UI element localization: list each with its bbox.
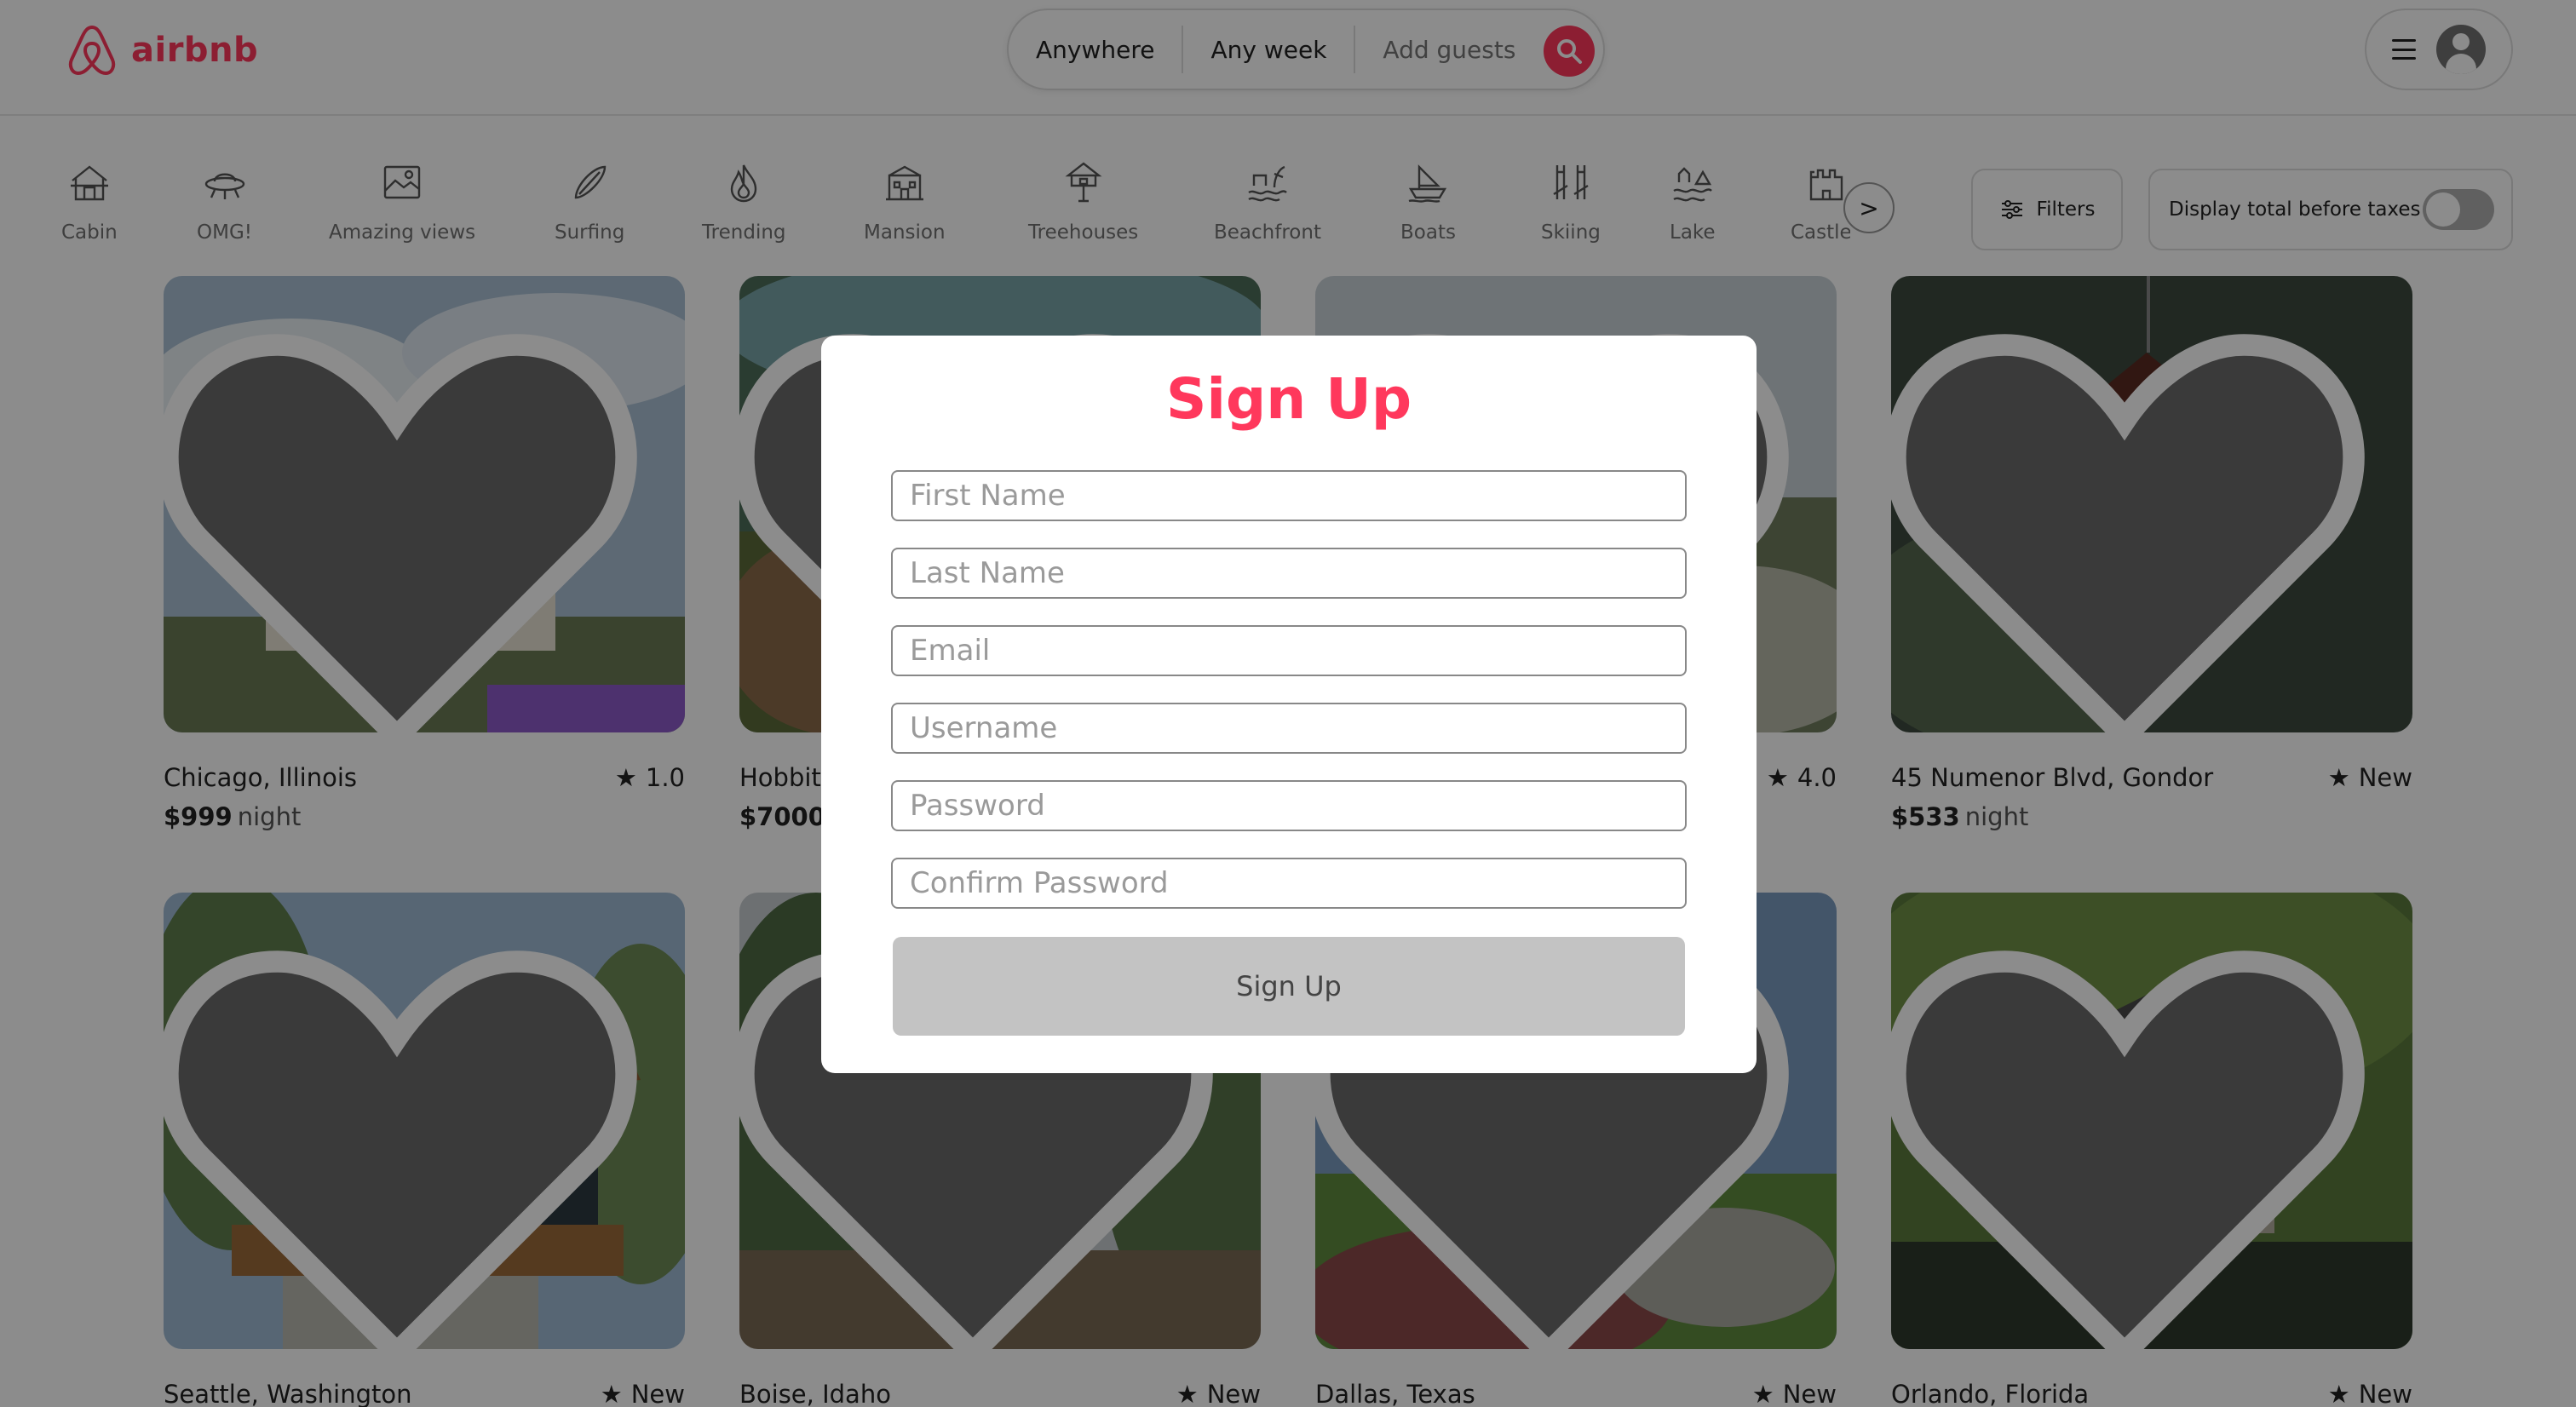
- last-name-input[interactable]: [891, 548, 1687, 599]
- confirm-password-input[interactable]: [891, 858, 1687, 909]
- username-input[interactable]: [891, 703, 1687, 754]
- first-name-input[interactable]: [891, 470, 1687, 521]
- signup-modal: Sign Up Sign Up: [821, 336, 1757, 1073]
- password-input[interactable]: [891, 780, 1687, 831]
- modal-title: Sign Up: [1165, 366, 1412, 432]
- signup-submit-button[interactable]: Sign Up: [893, 937, 1685, 1036]
- email-input[interactable]: [891, 625, 1687, 676]
